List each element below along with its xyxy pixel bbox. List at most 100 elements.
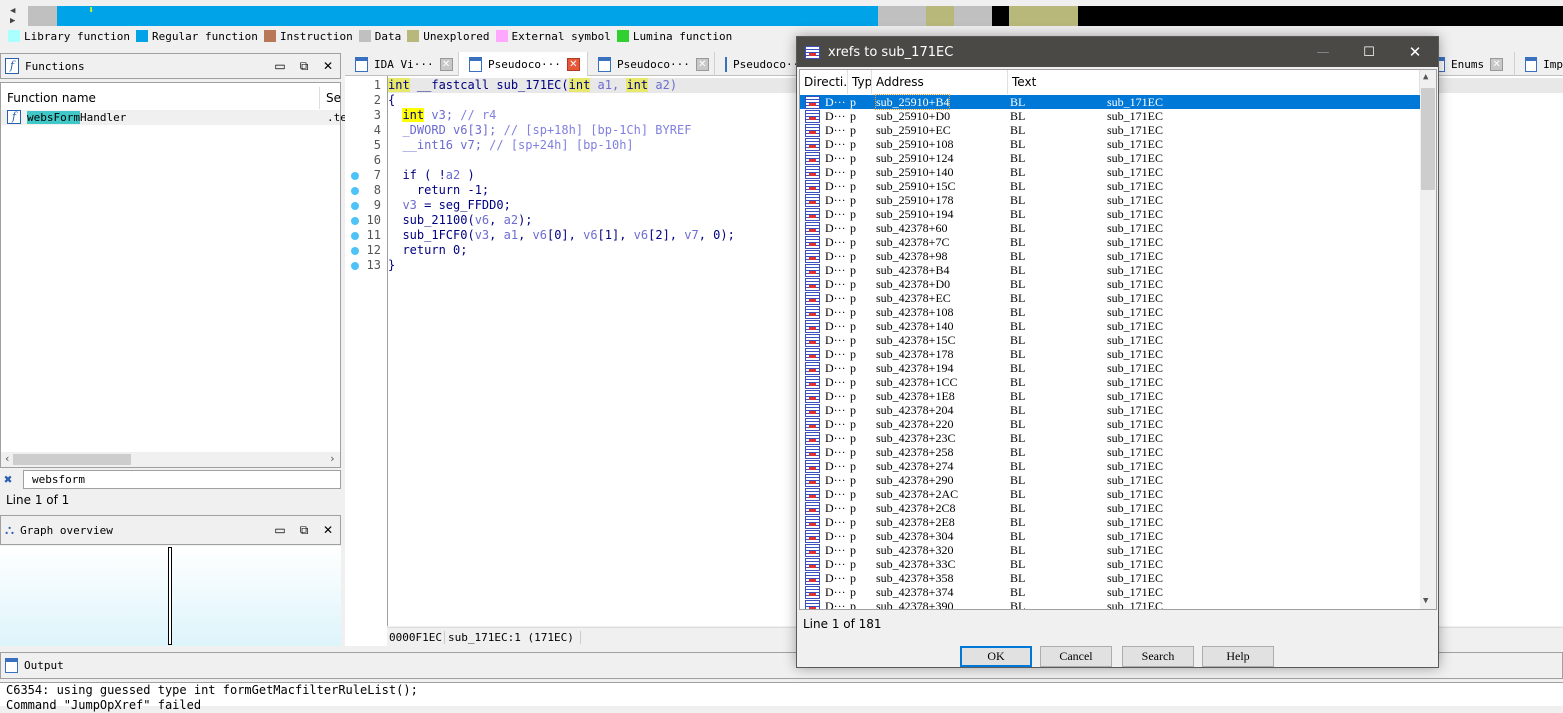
xref-row[interactable]: D··· p sub_42378+390 BL sub_171EC [800,599,1420,609]
xref-row[interactable]: D··· p sub_42378+204 BL sub_171EC [800,403,1420,417]
xref-row[interactable]: D··· p sub_42378+290 BL sub_171EC [800,473,1420,487]
code-line[interactable]: return -1; [388,183,489,198]
output-log[interactable]: C6354: using guessed type int formGetMac… [0,682,1563,712]
code-line[interactable]: return 0; [388,243,467,258]
xref-row[interactable]: D··· p sub_42378+D0 BL sub_171EC [800,277,1420,291]
tab-ida-view[interactable]: IDA Vi··· ✕ [345,52,459,76]
breakpoint-dot-icon[interactable] [351,262,359,270]
filter-clear-icon[interactable]: ✖ [4,472,12,488]
code-line[interactable]: sub_21100(v6, a2); [388,213,532,228]
xref-row[interactable]: D··· p sub_42378+374 BL sub_171EC [800,585,1420,599]
xref-row[interactable]: D··· p sub_25910+15C BL sub_171EC [800,179,1420,193]
search-button[interactable]: Search [1122,646,1194,667]
breakpoint-dot-icon[interactable] [351,172,359,180]
line-gutter[interactable]: 1 2 3 4 5 6 7 8 9 10 11 12 13 [345,76,387,646]
xref-row[interactable]: D··· p sub_42378+2AC BL sub_171EC [800,487,1420,501]
breakpoint-dot-icon[interactable] [351,247,359,255]
xrefs-list[interactable]: Directi… Typ Address Text ▲ ▼ D··· p sub_2… [799,69,1437,610]
close-icon[interactable]: ✕ [316,59,340,73]
maximize-icon[interactable]: ▭ [268,523,292,537]
close-icon[interactable]: ✕ [1392,43,1438,61]
function-row[interactable]: f websFormHandler .te [1,110,347,125]
xref-row[interactable]: D··· p sub_42378+33C BL sub_171EC [800,557,1420,571]
col-function-name[interactable]: Function name [7,87,96,109]
help-button[interactable]: Help [1202,646,1274,667]
col-text[interactable]: Text [1008,70,1420,94]
xref-row[interactable]: D··· p sub_42378+B4 BL sub_171EC [800,263,1420,277]
maximize-icon[interactable]: ☐ [1346,45,1392,60]
xref-row[interactable]: D··· p sub_25910+178 BL sub_171EC [800,193,1420,207]
maximize-icon[interactable]: ▭ [268,59,292,73]
xref-row[interactable]: D··· p sub_25910+108 BL sub_171EC [800,137,1420,151]
code-line[interactable]: if ( !a2 ) [388,168,474,183]
close-tab-icon[interactable]: ✕ [439,57,453,71]
xref-row[interactable]: D··· p sub_42378+7C BL sub_171EC [800,235,1420,249]
nav-segment[interactable] [57,6,879,26]
xref-row[interactable]: D··· p sub_42378+320 BL sub_171EC [800,543,1420,557]
xref-row[interactable]: D··· p sub_42378+98 BL sub_171EC [800,249,1420,263]
xref-row[interactable]: D··· p sub_42378+194 BL sub_171EC [800,361,1420,375]
dialog-titlebar[interactable]: xrefs to sub_171EC — ☐ ✕ [797,37,1438,67]
nav-segment[interactable] [925,6,954,26]
xref-row[interactable]: D··· p sub_42378+2C8 BL sub_171EC [800,501,1420,515]
xref-row[interactable]: D··· p sub_42378+258 BL sub_171EC [800,445,1420,459]
close-tab-icon[interactable]: ✕ [695,57,709,71]
float-icon[interactable]: ⧉ [292,523,316,538]
xref-row[interactable]: D··· p sub_42378+1E8 BL sub_171EC [800,389,1420,403]
close-tab-icon[interactable]: ✕ [1490,57,1504,71]
vertical-scrollbar[interactable]: ▲ ▼ [1420,70,1436,609]
minimize-icon[interactable]: — [1300,45,1346,60]
nav-segment[interactable] [1077,6,1563,26]
xref-row[interactable]: D··· p sub_42378+358 BL sub_171EC [800,571,1420,585]
tab-pseudocode-active[interactable]: Pseudoco··· ✕ [459,52,588,77]
xref-row[interactable]: D··· p sub_42378+178 BL sub_171EC [800,347,1420,361]
cancel-button[interactable]: Cancel [1040,646,1112,667]
horizontal-scrollbar[interactable]: ‹ › [1,452,340,467]
graph-viewport[interactable] [168,547,172,645]
xref-row[interactable]: D··· p sub_42378+2E8 BL sub_171EC [800,515,1420,529]
xref-row[interactable]: D··· p sub_42378+274 BL sub_171EC [800,459,1420,473]
xref-row[interactable]: D··· p sub_42378+1CC BL sub_171EC [800,375,1420,389]
close-tab-icon[interactable]: ✕ [566,58,580,71]
filter-input[interactable] [23,470,341,489]
nav-segment[interactable] [28,6,58,26]
col-type[interactable]: Typ [848,70,872,94]
breakpoint-dot-icon[interactable] [351,217,359,225]
navigation-band[interactable] [28,6,1563,26]
code-line[interactable]: } [388,258,395,273]
col-direction[interactable]: Directi… [800,70,848,94]
xref-row[interactable]: D··· p sub_25910+B4 BL sub_171EC [800,94,1420,110]
xref-row[interactable]: D··· p sub_25910+194 BL sub_171EC [800,207,1420,221]
xref-row[interactable]: D··· p sub_42378+EC BL sub_171EC [800,291,1420,305]
xref-row[interactable]: D··· p sub_25910+140 BL sub_171EC [800,165,1420,179]
xref-row[interactable]: D··· p sub_42378+15C BL sub_171EC [800,333,1420,347]
ok-button[interactable]: OK [960,646,1032,667]
graph-overview-canvas[interactable] [0,546,341,646]
col-address[interactable]: Address [872,70,1008,94]
xref-row[interactable]: D··· p sub_42378+108 BL sub_171EC [800,305,1420,319]
tab-pseudocode-2[interactable]: Pseudoco··· ✕ [588,52,715,76]
xref-row[interactable]: D··· p sub_25910+EC BL sub_171EC [800,123,1420,137]
code-line[interactable]: sub_1FCF0(v3, a1, v6[0], v6[1], v6[2], v… [388,228,734,243]
xref-row[interactable]: D··· p sub_42378+220 BL sub_171EC [800,417,1420,431]
xref-row[interactable]: D··· p sub_25910+124 BL sub_171EC [800,151,1420,165]
nav-arrows[interactable]: ◀ ▶ [10,6,15,26]
column-header[interactable]: Function name Se [1,87,341,109]
tab-enums[interactable]: Enums ✕ [1430,52,1515,76]
code-line[interactable]: v3 = seg_FFDD0; [388,198,510,213]
xref-row[interactable]: D··· p sub_42378+60 BL sub_171EC [800,221,1420,235]
tab-imports[interactable]: Imp [1515,52,1563,76]
code-line[interactable]: _DWORD v6[3]; // [sp+18h] [bp-1Ch] BYREF [388,123,691,138]
code-line[interactable]: __int16 v7; // [sp+24h] [bp-10h] [388,138,633,153]
float-icon[interactable]: ⧉ [292,59,316,74]
nav-segment[interactable] [991,6,1009,26]
breakpoint-dot-icon[interactable] [351,187,359,195]
nav-segment[interactable] [953,6,992,26]
xref-row[interactable]: D··· p sub_42378+23C BL sub_171EC [800,431,1420,445]
nav-segment[interactable] [1008,6,1078,26]
breakpoint-dot-icon[interactable] [351,232,359,240]
close-icon[interactable]: ✕ [316,523,340,537]
breakpoint-dot-icon[interactable] [351,202,359,210]
col-segment[interactable]: Se [319,87,341,109]
xref-row[interactable]: D··· p sub_25910+D0 BL sub_171EC [800,109,1420,123]
